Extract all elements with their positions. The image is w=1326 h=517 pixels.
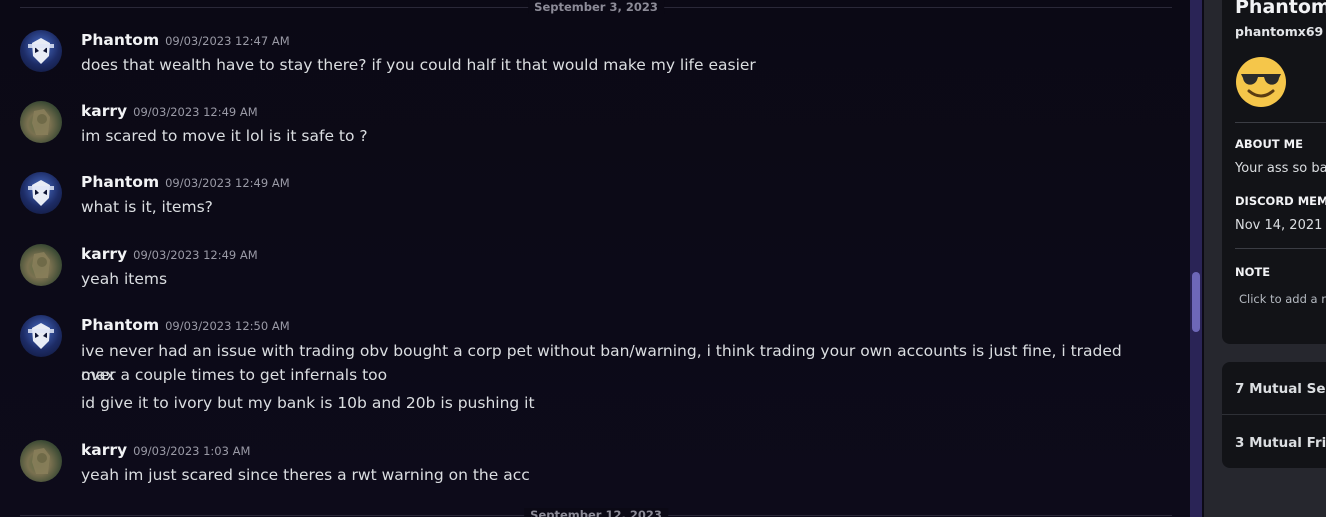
- scrollbar-track[interactable]: [1190, 0, 1202, 517]
- message-timestamp: 09/03/2023 12:47 AM: [165, 34, 290, 48]
- mutual-friends-button[interactable]: 3 Mutual Frie: [1235, 435, 1326, 451]
- karry-avatar-icon: [32, 448, 50, 474]
- profile-divider: [1235, 122, 1326, 123]
- message-author[interactable]: karry: [81, 441, 127, 459]
- karry-avatar-icon: [32, 252, 50, 278]
- message-author[interactable]: Phantom: [81, 173, 159, 191]
- message-header: karry 09/03/2023 1:03 AM: [81, 440, 250, 459]
- message-header: Phantom 09/03/2023 12:50 AM: [81, 315, 290, 334]
- profile-divider: [1235, 248, 1326, 249]
- avatar[interactable]: [20, 440, 62, 482]
- about-me-text: Your ass so ba: [1235, 161, 1326, 176]
- message-text: over a couple times to get infernals too: [81, 366, 388, 384]
- mutual-servers-button[interactable]: 7 Mutual Serv: [1235, 381, 1326, 397]
- phantom-logo-icon: [28, 180, 54, 206]
- message-timestamp: 09/03/2023 12:49 AM: [133, 248, 258, 262]
- user-profile-panel: Phantom phantomx69 ABOUT ME Your ass so …: [1204, 0, 1326, 517]
- profile-display-name: Phantom: [1235, 0, 1326, 18]
- message-timestamp: 09/03/2023 12:49 AM: [133, 105, 258, 119]
- phantom-logo-icon: [28, 323, 54, 349]
- message-author[interactable]: Phantom: [81, 31, 159, 49]
- message-timestamp: 09/03/2023 1:03 AM: [133, 444, 251, 458]
- message-timestamp: 09/03/2023 12:49 AM: [165, 176, 290, 190]
- avatar[interactable]: [20, 315, 62, 357]
- member-since-date: Nov 14, 2021: [1235, 218, 1323, 233]
- avatar[interactable]: [20, 172, 62, 214]
- date-divider-label: September 12, 2023: [524, 508, 668, 517]
- avatar[interactable]: [20, 244, 62, 286]
- date-divider-bottom: September 12, 2023: [20, 508, 1172, 517]
- note-input[interactable]: Click to add a n: [1239, 292, 1326, 306]
- sunglasses-emoji-icon: [1236, 57, 1286, 107]
- message-timestamp: 09/03/2023 12:50 AM: [165, 319, 290, 333]
- mutuals-divider: [1222, 414, 1326, 415]
- date-divider-top: September 3, 2023: [20, 0, 1172, 14]
- avatar[interactable]: [20, 101, 62, 143]
- mutuals-card: [1222, 362, 1326, 468]
- member-since-heading: DISCORD MEM: [1235, 194, 1326, 208]
- message-text: yeah im just scared since theres a rwt w…: [81, 466, 530, 484]
- message-author[interactable]: Phantom: [81, 316, 159, 334]
- message-text: id give it to ivory but my bank is 10b a…: [81, 394, 535, 412]
- message-header: karry 09/03/2023 12:49 AM: [81, 244, 258, 263]
- message-text: what is it, items?: [81, 198, 213, 216]
- date-divider-label: September 3, 2023: [528, 0, 664, 14]
- message-author[interactable]: karry: [81, 102, 127, 120]
- message-header: Phantom 09/03/2023 12:49 AM: [81, 172, 290, 191]
- message-text: does that wealth have to stay there? if …: [81, 56, 756, 74]
- karry-avatar-icon: [32, 109, 50, 135]
- scrollbar-thumb[interactable]: [1192, 272, 1200, 332]
- message-text: yeah items: [81, 270, 168, 288]
- phantom-logo-icon: [28, 38, 54, 64]
- chat-area: September 3, 2023 Phantom 09/03/2023 12:4…: [0, 0, 1190, 517]
- profile-username[interactable]: phantomx69: [1235, 24, 1323, 39]
- note-heading: NOTE: [1235, 265, 1271, 279]
- message-header: Phantom 09/03/2023 12:47 AM: [81, 30, 290, 49]
- message-header: karry 09/03/2023 12:49 AM: [81, 101, 258, 120]
- avatar[interactable]: [20, 30, 62, 72]
- about-me-heading: ABOUT ME: [1235, 137, 1303, 151]
- message-author[interactable]: karry: [81, 245, 127, 263]
- message-text: im scared to move it lol is it safe to ?: [81, 127, 368, 145]
